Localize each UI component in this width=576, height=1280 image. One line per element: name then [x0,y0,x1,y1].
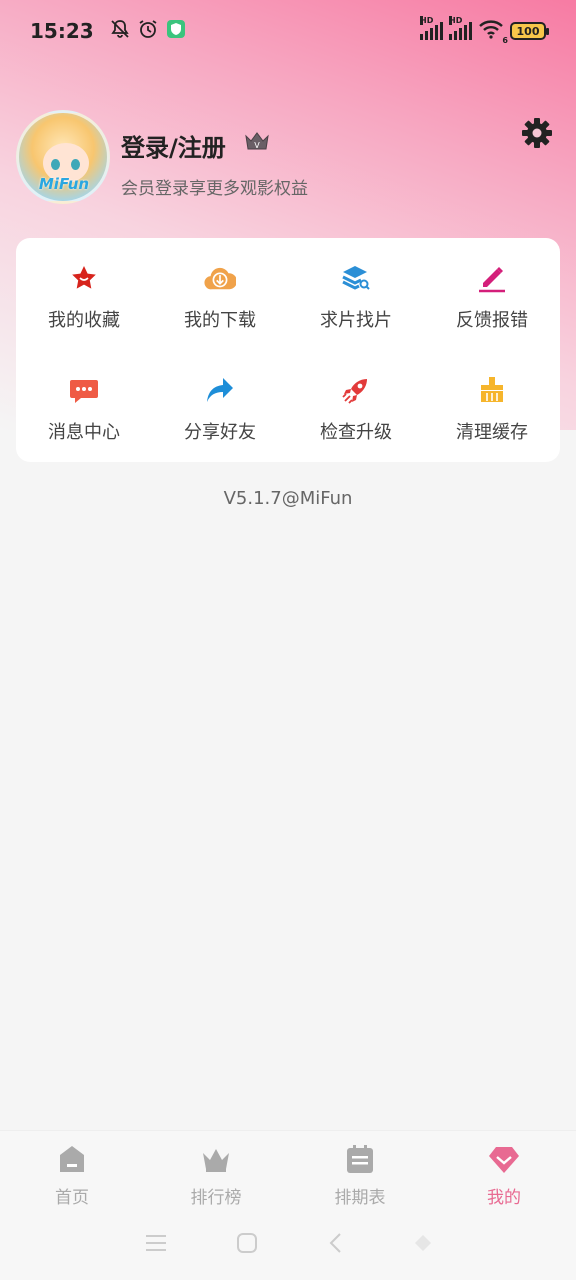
menu-grid: 我的收藏 我的下载 求片找片 反馈报错 消息中心 分享好友 检查升级 清理缓存 [16,238,560,462]
svg-text:V: V [254,141,260,150]
assistant-diamond-icon[interactable] [413,1233,433,1257]
menu-item-label: 消息中心 [48,422,120,443]
alarm-icon [138,19,158,43]
share-icon [204,374,236,406]
menu-item-request-movie[interactable]: 求片找片 [288,238,424,350]
login-subtitle: 会员登录享更多观影权益 [121,179,308,199]
menu-item-label: 分享好友 [184,422,256,443]
menu-item-label: 求片找片 [320,310,392,331]
tab-label: 排期表 [334,1188,386,1208]
menu-item-downloads[interactable]: 我的下载 [152,238,288,350]
tab-schedule[interactable]: 排期表 [288,1131,432,1210]
app-version: V5.1.7@MiFun [223,488,353,509]
vip-crown-icon: V [244,130,270,156]
menu-item-label: 我的下载 [184,310,256,331]
back-icon[interactable] [326,1231,346,1259]
bottom-tab-bar: 首页 排行榜 排期表 我的 [0,1130,576,1210]
shield-app-icon [166,19,186,43]
bell-muted-icon [110,19,130,43]
home-square-icon[interactable] [235,1231,259,1259]
login-register-link[interactable]: 登录/注册 [121,128,226,163]
menu-item-clear-cache[interactable]: 清理缓存 [424,350,560,462]
menu-item-messages[interactable]: 消息中心 [16,350,152,462]
menu-item-label: 检查升级 [320,422,392,443]
wifi-icon: 6 [478,19,508,45]
avatar[interactable]: MiFun [16,110,110,204]
tab-label: 我的 [487,1188,521,1208]
menu-item-check-update[interactable]: 检查升级 [288,350,424,462]
menu-item-favorites[interactable]: 我的收藏 [16,238,152,350]
tab-label: 排行榜 [190,1188,242,1208]
home-icon [56,1143,88,1179]
battery-indicator: 100 [510,22,549,40]
cloud-download-icon [204,262,236,294]
menu-item-share[interactable]: 分享好友 [152,350,288,462]
settings-gear-icon[interactable] [520,116,554,150]
stack-search-icon [340,262,372,294]
message-icon [68,374,100,406]
cellular-signal-icon: HD [420,16,443,40]
menu-item-label: 我的收藏 [48,310,120,331]
cellular-signal-icon-2: HD [449,16,472,40]
status-time: 15:23 [30,19,94,43]
pencil-icon [476,262,508,294]
status-bar: 15:23 HD HD 6 100 [0,0,576,62]
menu-item-feedback[interactable]: 反馈报错 [424,238,560,350]
menu-item-label: 清理缓存 [456,422,528,443]
tab-mine[interactable]: 我的 [432,1131,576,1210]
tab-home[interactable]: 首页 [0,1131,144,1210]
star-icon [68,262,100,294]
tab-label: 首页 [55,1188,89,1208]
menu-lines-icon[interactable] [144,1233,168,1257]
calendar-icon [344,1143,376,1179]
avatar-text: MiFun [38,175,90,193]
tab-ranking[interactable]: 排行榜 [144,1131,288,1210]
rocket-icon [340,374,372,406]
heart-gem-icon [488,1143,520,1179]
system-nav-bar [0,1210,576,1280]
menu-item-label: 反馈报错 [456,310,528,331]
profile-section: MiFun 登录/注册 V 会员登录享更多观影权益 [16,110,560,210]
crown-icon [200,1143,232,1179]
broom-icon [476,374,508,406]
